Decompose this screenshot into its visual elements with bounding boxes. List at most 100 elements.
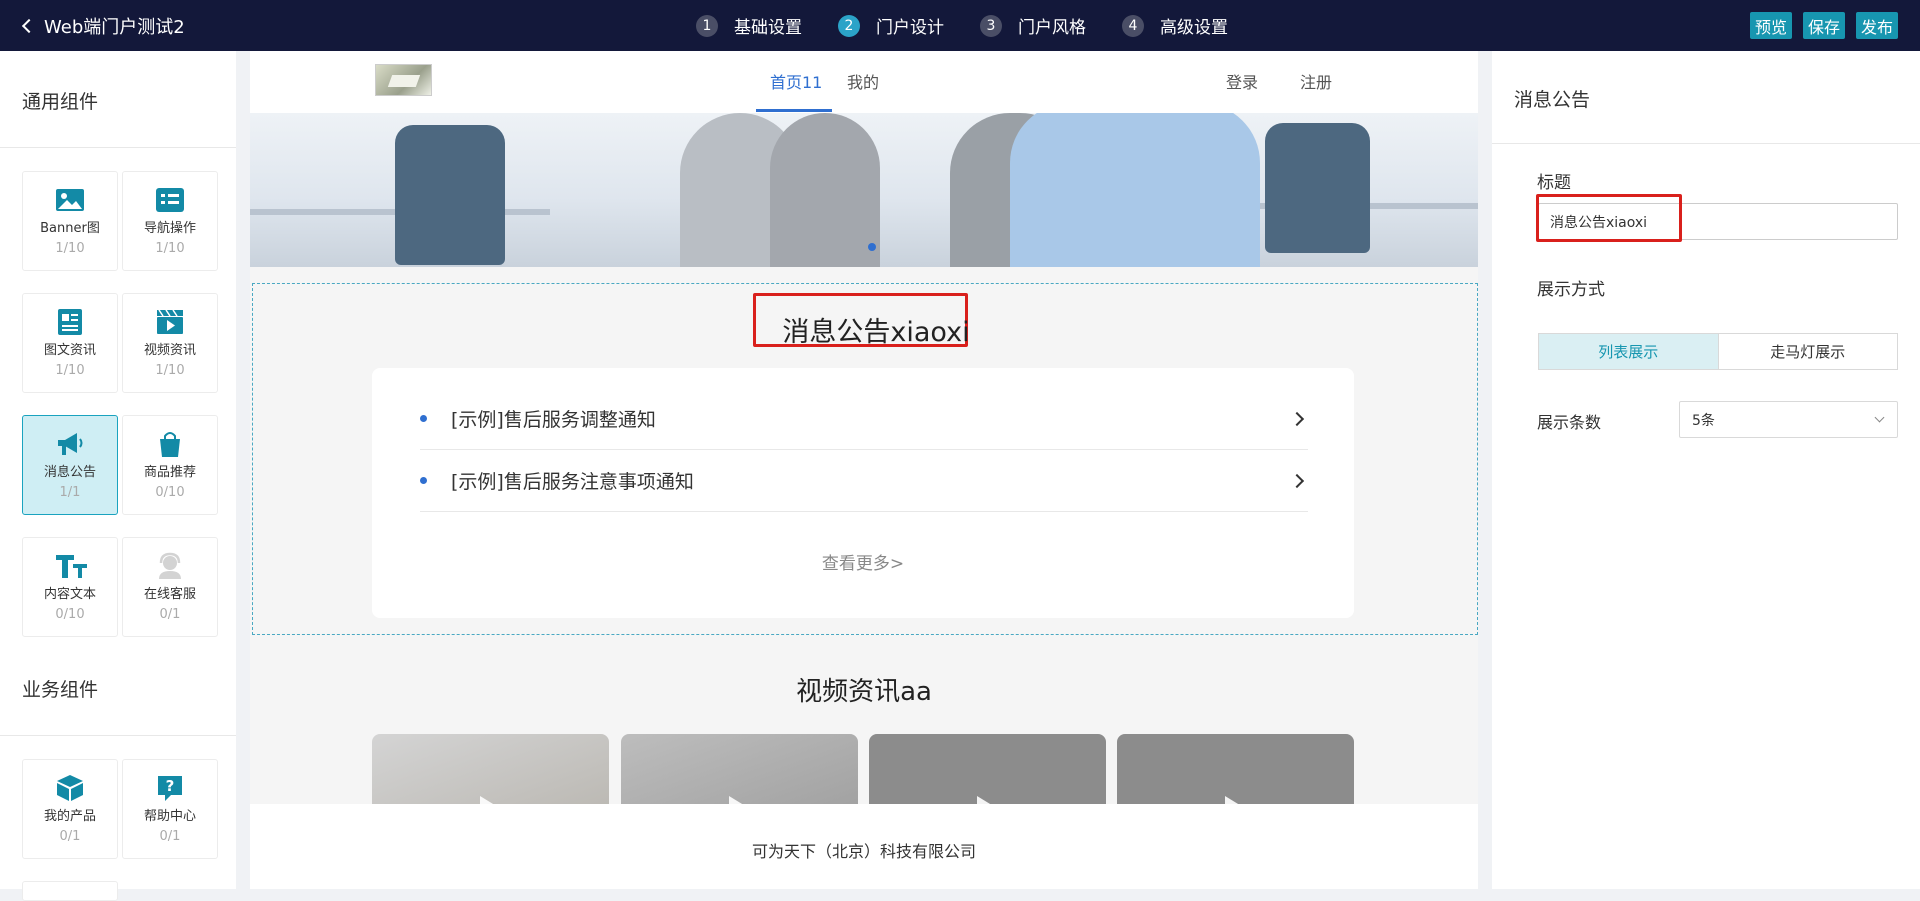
title-field-label: 标题	[1537, 173, 1571, 193]
box-icon	[55, 774, 85, 802]
step-basic-settings[interactable]: 1 基础设置	[696, 13, 802, 38]
chevron-right-icon	[1289, 411, 1305, 426]
chevron-right-icon	[1289, 473, 1305, 488]
component-name: 在线客服	[143, 587, 196, 602]
component-count: 0/1	[59, 829, 81, 844]
component-name: 消息公告	[43, 465, 96, 480]
step-number: 4	[1122, 14, 1144, 37]
top-bar: Web端门户测试2 1 基础设置 2 门户设计 3 门户风格 4 高级设置 预览…	[0, 0, 1920, 51]
display-mode-toggle: 列表展示 走马灯展示	[1538, 333, 1898, 370]
article-icon	[55, 308, 85, 336]
banner-image[interactable]	[250, 113, 1478, 267]
carousel-dot[interactable]	[868, 243, 876, 251]
component-count: 0/1	[159, 829, 181, 844]
step-portal-design[interactable]: 2 门户设计	[838, 13, 944, 38]
step-label: 门户设计	[876, 18, 944, 38]
text-icon	[55, 552, 87, 580]
component-online-service[interactable]: 在线客服 0/1	[122, 537, 218, 637]
register-link[interactable]: 注册	[1300, 69, 1332, 93]
site-logo	[375, 64, 432, 96]
shopping-bag-icon	[155, 430, 185, 458]
step-label: 基础设置	[734, 18, 802, 38]
banner-person	[1010, 113, 1260, 267]
banner-person	[770, 113, 880, 267]
customer-service-icon	[155, 552, 185, 580]
panel-gutter	[1478, 51, 1492, 889]
save-button[interactable]: 保存	[1802, 12, 1845, 39]
step-number: 3	[980, 14, 1002, 37]
component-count: 1/10	[55, 363, 85, 378]
component-count: 0/1	[159, 607, 181, 622]
bullet-dot	[420, 477, 427, 484]
bullet-dot	[420, 415, 427, 422]
business-components-title: 业务组件	[22, 679, 99, 701]
portal-name: Web端门户测试2	[44, 16, 185, 38]
component-name: 图文资讯	[43, 343, 96, 358]
panel-gutter	[236, 51, 250, 889]
megaphone-icon	[55, 430, 85, 458]
step-label: 高级设置	[1160, 18, 1228, 38]
general-components-title: 通用组件	[22, 91, 99, 113]
component-name: 我的产品	[43, 809, 96, 824]
notice-item-title: [示例]售后服务注意事项通知	[451, 471, 694, 493]
nav-active-underline	[756, 109, 832, 112]
display-count-value: 5条	[1692, 412, 1715, 429]
component-name: 帮助中心	[143, 809, 196, 824]
video-icon	[155, 308, 185, 336]
component-article[interactable]: 图文资讯 1/10	[22, 293, 118, 393]
component-count: 1/1	[59, 485, 81, 500]
component-count: 1/10	[155, 363, 185, 378]
properties-title: 消息公告	[1514, 89, 1591, 111]
list-item[interactable]: [示例]售后服务调整通知	[420, 388, 1308, 450]
notice-item-title: [示例]售后服务调整通知	[451, 409, 656, 431]
component-content-text[interactable]: 内容文本 0/10	[22, 537, 118, 637]
chevron-left-icon	[21, 18, 37, 33]
design-canvas: 首页11 我的 登录 注册 消息公告xiaoxi [示例]售后服务调整通知 [示…	[250, 51, 1478, 889]
help-icon: ?	[155, 774, 185, 802]
component-navigation[interactable]: 导航操作 1/10	[122, 171, 218, 271]
preview-button[interactable]: 预览	[1749, 12, 1792, 39]
step-advanced-settings[interactable]: 4 高级设置	[1122, 13, 1228, 38]
component-count: 0/10	[155, 485, 185, 500]
site-footer: 可为天下（北京）科技有限公司	[250, 804, 1478, 889]
video-section-title: 视频资讯aa	[796, 677, 932, 707]
component-my-product[interactable]: 我的产品 0/1	[22, 759, 118, 859]
component-video[interactable]: 视频资讯 1/10	[122, 293, 218, 393]
notice-title: 消息公告xiaoxi	[782, 316, 970, 348]
component-notice[interactable]: 消息公告 1/1	[22, 415, 118, 515]
divider	[0, 735, 236, 736]
image-icon	[55, 186, 85, 214]
step-number: 2	[838, 14, 860, 37]
display-mode-carousel[interactable]: 走马灯展示	[1719, 334, 1898, 369]
publish-button[interactable]: 发布	[1855, 12, 1898, 39]
component-product-recommend[interactable]: 商品推荐 0/10	[122, 415, 218, 515]
step-portal-style[interactable]: 3 门户风格	[980, 13, 1086, 38]
component-help-center[interactable]: ? 帮助中心 0/1	[122, 759, 218, 859]
component-name: Banner图	[40, 221, 100, 236]
step-navigator: 1 基础设置 2 门户设计 3 门户风格 4 高级设置	[696, 0, 1264, 51]
top-actions: 预览 保存 发布	[1739, 12, 1898, 39]
divider	[1492, 143, 1920, 144]
display-count-label: 展示条数	[1537, 413, 1602, 432]
list-item[interactable]: [示例]售后服务注意事项通知	[420, 450, 1308, 512]
properties-panel: 消息公告 标题 展示方式 列表展示 走马灯展示 展示条数 5条	[1492, 51, 1920, 889]
back-button[interactable]: Web端门户测试2	[21, 0, 185, 51]
login-link[interactable]: 登录	[1226, 69, 1258, 93]
display-mode-list[interactable]: 列表展示	[1539, 334, 1719, 369]
component-count: 0/10	[55, 607, 85, 622]
component-banner[interactable]: Banner图 1/10	[22, 171, 118, 271]
site-header: 首页11 我的 登录 注册	[250, 51, 1478, 113]
component-name: 商品推荐	[143, 465, 196, 480]
nav-mine[interactable]: 我的	[847, 69, 879, 93]
component-count: 1/10	[55, 241, 85, 256]
chevron-down-icon	[1874, 412, 1885, 423]
svg-text:?: ?	[166, 777, 175, 795]
step-number: 1	[696, 14, 718, 37]
nav-home[interactable]: 首页11	[770, 69, 822, 93]
display-count-select[interactable]: 5条	[1679, 401, 1898, 438]
display-mode-label: 展示方式	[1537, 280, 1605, 300]
component-more[interactable]	[22, 881, 118, 901]
view-more-link[interactable]: 查看更多>	[372, 549, 1354, 574]
banner-chair	[395, 125, 505, 265]
component-name: 导航操作	[143, 221, 196, 236]
